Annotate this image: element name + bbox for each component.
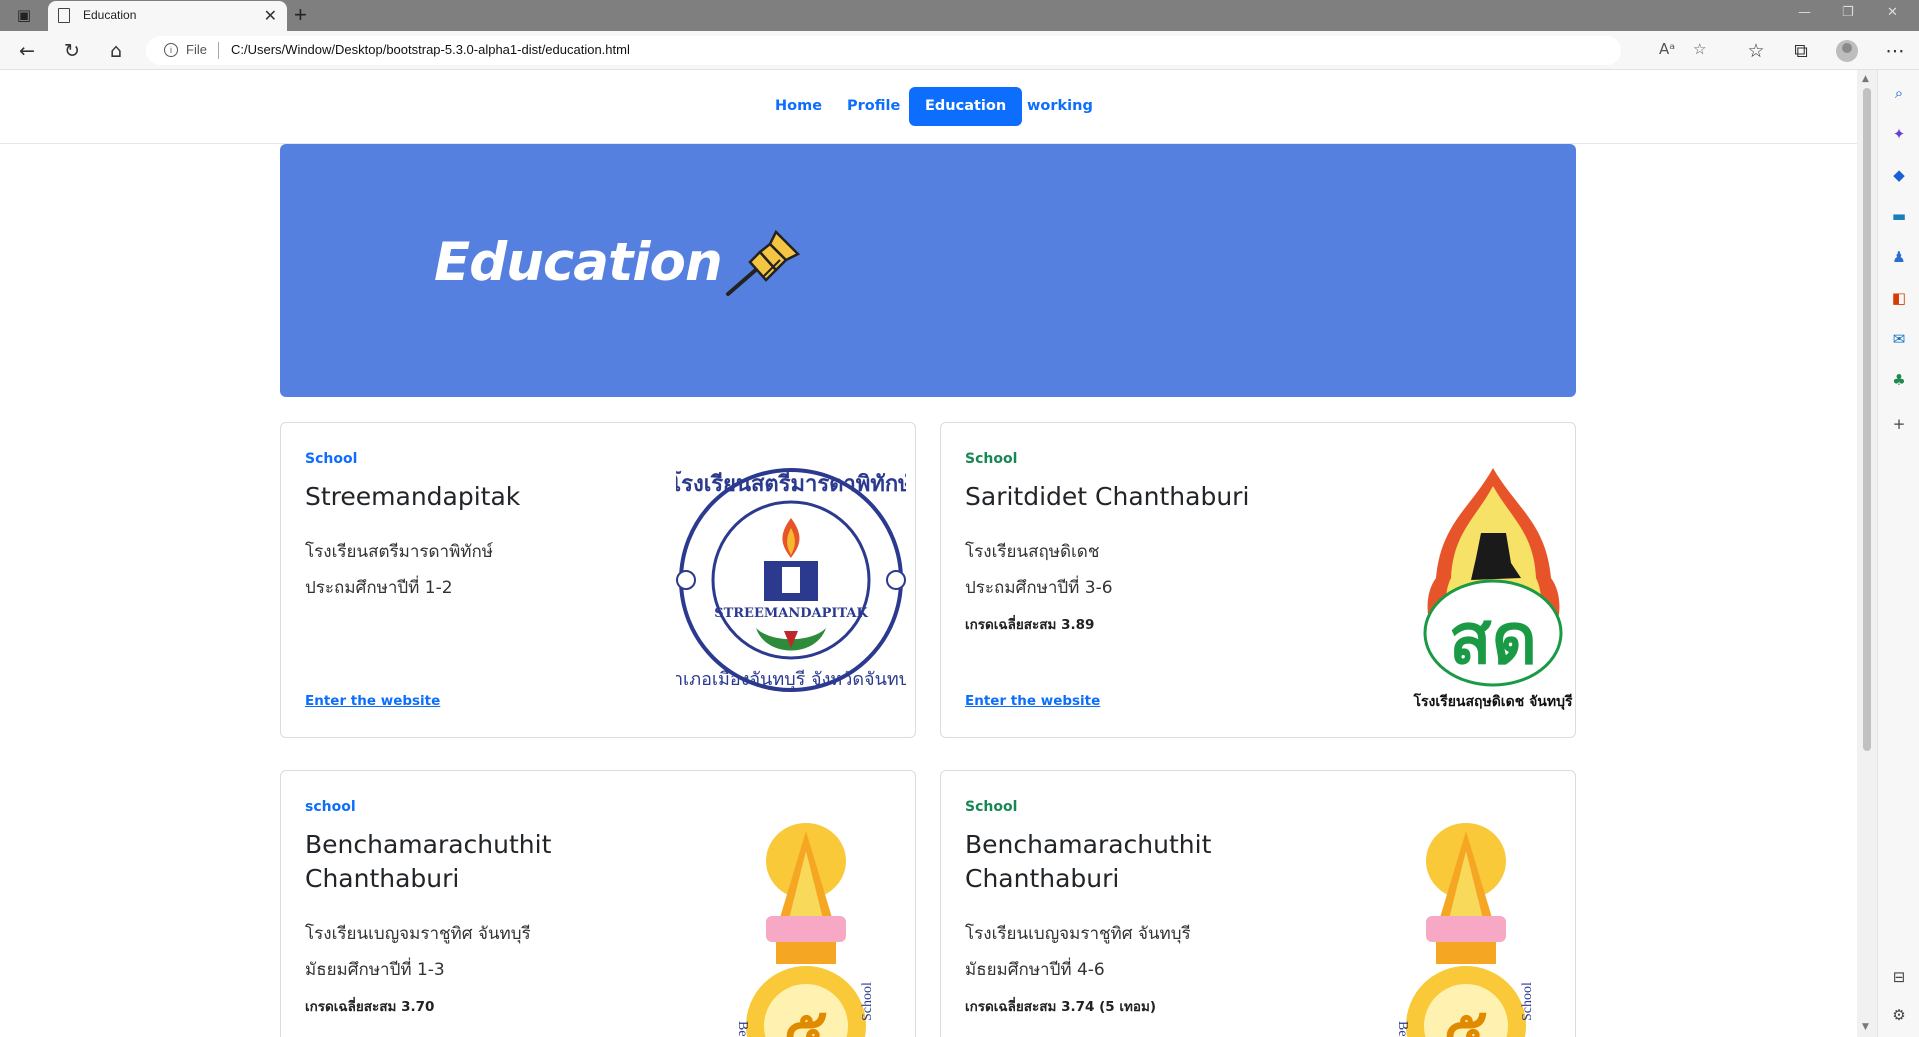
close-tab-icon[interactable]: ✕ [264, 6, 277, 25]
svg-text:School: School [1520, 982, 1535, 1021]
settings-icon[interactable]: ⚙ [1890, 1006, 1908, 1024]
top-nav: Home Profile Education working [0, 70, 1857, 144]
minimize-icon[interactable]: — [1798, 5, 1811, 20]
card-grade-level: ประถมศึกษาปีที่ 3-6 [965, 578, 1113, 598]
logo-text: ๕ [784, 995, 828, 1037]
nav-profile[interactable]: Profile [831, 87, 916, 126]
card-grade-level: มัธยมศึกษาปีที่ 1-3 [305, 960, 445, 980]
add-sidebar-icon[interactable]: + [1890, 415, 1908, 433]
address-scheme: File [186, 42, 207, 57]
card-category: School [965, 799, 1018, 815]
card-school-thai: โรงเรียนสตรีมารดาพิทักษ์ [305, 542, 494, 562]
svg-text:Bench: Bench [1395, 1021, 1410, 1037]
tools-icon[interactable]: ▬ [1890, 207, 1908, 225]
svg-text:School: School [860, 982, 875, 1021]
edge-sidebar: ⌕ ✦ ◆ ▬ ♟ ◧ ✉ ♣ + ⊟ ⚙ [1877, 70, 1919, 1037]
card-school-thai: โรงเรียนเบญจมราชูทิศ จันทบุรี [305, 924, 531, 944]
read-aloud-icon[interactable]: Aᵃ [1659, 40, 1675, 58]
logo-text: สด [1449, 598, 1537, 680]
shopping-icon[interactable]: ◆ [1890, 166, 1908, 184]
school-logo: ๕ Bench School [735, 823, 875, 1037]
card-category: school [305, 799, 356, 815]
browser-toolbar: ← ↻ ⌂ i File C:/Users/Window/Desktop/boo… [0, 31, 1919, 70]
svg-text:Bench: Bench [735, 1021, 750, 1037]
logo-text: STREEMANDAPITAK [714, 606, 868, 621]
card-category: School [305, 451, 358, 467]
scroll-up-icon[interactable]: ▲ [1862, 74, 1869, 84]
office-icon[interactable]: ◧ [1890, 289, 1908, 307]
svg-text:โรงเรียนสตรีมารดาพิทักษ์: โรงเรียนสตรีมารดาพิทักษ์ [676, 470, 906, 497]
tab-actions-icon[interactable]: ▣ [13, 6, 35, 26]
card-category: School [965, 451, 1018, 467]
hero-banner: Education [280, 144, 1576, 397]
nav-education[interactable]: Education [909, 87, 1023, 126]
page-scrollbar[interactable]: ▲ ▼ [1857, 70, 1877, 1037]
card-title: Benchamarachuthit Chanthaburi [305, 830, 552, 893]
browser-tab[interactable]: Education ✕ [48, 1, 287, 31]
profile-avatar[interactable] [1836, 40, 1858, 62]
outlook-icon[interactable]: ✉ [1890, 330, 1908, 348]
search-icon[interactable]: ⌕ [1890, 84, 1908, 102]
games-icon[interactable]: ♟ [1890, 248, 1908, 266]
school-logo: โรงเรียนสตรีมารดาพิทักษ์ STREEMANDAPITAK… [676, 468, 906, 692]
address-url[interactable]: C:/Users/Window/Desktop/bootstrap-5.3.0-… [231, 42, 630, 57]
pushpin-icon [726, 229, 801, 296]
card-gpa: เกรดเฉลี่ยสะสม 3.70 [305, 999, 435, 1015]
tab-title: Education [83, 8, 137, 22]
hero-title: Education [434, 232, 723, 293]
card-school-thai: โรงเรียนเบญจมราชูทิศ จันทบุรี [965, 924, 1191, 944]
school-logo: ๕ Bench School [1395, 823, 1535, 1037]
card-gpa: เกรดเฉลี่ยสะสม 3.74 (5 เทอม) [965, 999, 1157, 1015]
home-icon[interactable]: ⌂ [104, 39, 128, 63]
logo-text: ๕ [1444, 995, 1488, 1037]
card-title: Benchamarachuthit Chanthaburi [965, 830, 1212, 893]
svg-text:โรงเรียนสฤษดิเดช จันทบุรี: โรงเรียนสฤษดิเดช จันทบุรี [1413, 692, 1573, 710]
favorites-icon[interactable]: ☆ [1744, 39, 1768, 63]
info-icon[interactable]: i [164, 43, 178, 57]
copilot-icon[interactable]: ✦ [1890, 125, 1908, 143]
card-grade-level: มัธยมศึกษาปีที่ 4-6 [965, 960, 1105, 980]
address-divider [218, 42, 219, 59]
enter-website-link[interactable]: Enter the website [305, 693, 440, 709]
card-title: Saritdidet Chanthaburi [965, 482, 1250, 511]
new-tab-icon[interactable]: + [294, 2, 307, 28]
card-title: Streemandapitak [305, 482, 521, 511]
page-content: Home Profile Education working Education… [0, 70, 1857, 1037]
more-menu-icon[interactable]: ⋯ [1883, 39, 1907, 63]
education-card: School Benchamarachuthit Chanthaburi โรง… [940, 770, 1576, 1037]
card-grade-level: ประถมศึกษาปีที่ 1-2 [305, 578, 453, 598]
nav-working[interactable]: working [1011, 87, 1109, 126]
scroll-thumb[interactable] [1863, 88, 1871, 751]
education-card: School Streemandapitak โรงเรียนสตรีมารดา… [280, 422, 916, 738]
nav-home[interactable]: Home [759, 87, 838, 126]
education-card: school Benchamarachuthit Chanthaburi โรง… [280, 770, 916, 1037]
education-card: School Saritdidet Chanthaburi โรงเรียนสฤ… [940, 422, 1576, 738]
card-gpa: เกรดเฉลี่ยสะสม 3.89 [965, 617, 1095, 633]
school-logo: สด โรงเรียนสฤษดิเดช จันทบุรี [1413, 468, 1573, 710]
close-window-icon[interactable]: ✕ [1887, 5, 1898, 20]
refresh-icon[interactable]: ↻ [60, 39, 84, 63]
back-icon[interactable]: ← [15, 39, 39, 63]
address-bar[interactable]: i File C:/Users/Window/Desktop/bootstrap… [146, 36, 1706, 65]
scroll-down-icon[interactable]: ▼ [1862, 1022, 1869, 1032]
page-icon [58, 8, 70, 23]
drop-icon[interactable]: ♣ [1890, 371, 1908, 389]
svg-text:อำเภอเมืองจันทบุรี จังหวัดจันท: อำเภอเมืองจันทบุรี จังหวัดจันทบุรี [676, 669, 906, 690]
add-favorite-icon[interactable]: ☆ [1693, 40, 1706, 58]
collections-icon[interactable]: ⧉ [1789, 39, 1813, 63]
card-school-thai: โรงเรียนสฤษดิเดช [965, 542, 1100, 562]
enter-website-link[interactable]: Enter the website [965, 693, 1100, 709]
hide-sidebar-icon[interactable]: ⊟ [1890, 968, 1908, 986]
browser-title-bar: ▣ Education ✕ + — ❐ ✕ [0, 0, 1919, 31]
restore-icon[interactable]: ❐ [1842, 5, 1854, 20]
